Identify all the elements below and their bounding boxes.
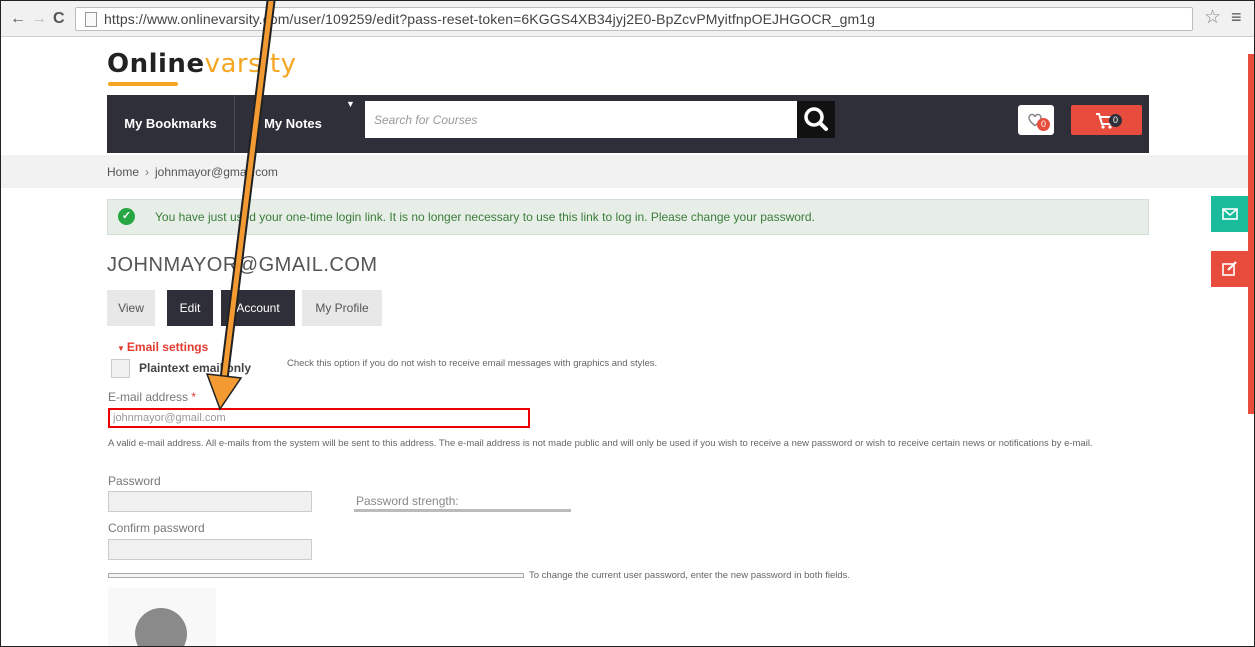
tab-view[interactable]: View	[107, 290, 155, 326]
caret-down-icon: ▼	[117, 344, 125, 353]
page-content: Onlinevarsity My Bookmarks My Notes ▼ 0	[1, 38, 1254, 646]
breadcrumb-current: johnmayor@gmail.com	[155, 165, 278, 179]
email-settings-toggle[interactable]: ▼ Email settings	[117, 340, 208, 354]
breadcrumb-home-link[interactable]: Home	[107, 165, 139, 179]
search-input[interactable]	[365, 101, 797, 138]
password-help-text: To change the current user password, ent…	[529, 570, 851, 581]
breadcrumb: Home › johnmayor@gmail.com	[1, 155, 1248, 188]
email-help-text: A valid e-mail address. All e-mails from…	[108, 438, 1093, 449]
email-settings-heading: Email settings	[126, 340, 209, 354]
status-message-text: You have just used your one-time login l…	[155, 210, 815, 224]
browser-window: ← → C https://www.onlinevarsity.com/user…	[0, 0, 1255, 647]
back-arrow-icon[interactable]: ←	[10, 10, 26, 28]
breadcrumb-separator: ›	[145, 165, 150, 179]
envelope-icon	[1222, 208, 1238, 220]
plaintext-checkbox[interactable]	[111, 359, 130, 378]
logo-text-online: Online	[107, 49, 205, 79]
password-strength-bar	[354, 509, 571, 512]
page-icon	[85, 12, 97, 27]
email-field[interactable]	[108, 408, 530, 428]
browser-toolbar: ← → C https://www.onlinevarsity.com/user…	[1, 1, 1254, 37]
page-title: JOHNMAYOR@GMAIL.COM	[107, 254, 378, 276]
main-navbar: My Bookmarks My Notes ▼ 0	[107, 95, 1149, 153]
forward-arrow-icon[interactable]: →	[31, 10, 47, 28]
wishlist-count-badge: 0	[1037, 118, 1050, 131]
breadcrumb-trail: Home › johnmayor@gmail.com	[107, 165, 278, 179]
dropdown-caret-icon[interactable]: ▼	[346, 99, 355, 109]
wishlist-button[interactable]: 0	[1018, 105, 1054, 135]
search-box	[365, 101, 797, 138]
menu-icon[interactable]: ≡	[1231, 7, 1242, 28]
password-strength-label: Password strength:	[356, 494, 459, 508]
cart-count-badge: 0	[1109, 114, 1122, 127]
password-match-bar	[108, 573, 524, 578]
password-label: Password	[108, 474, 161, 488]
side-edit-button[interactable]	[1211, 251, 1248, 287]
check-circle-icon: ✓	[118, 208, 135, 225]
avatar[interactable]	[135, 608, 187, 646]
address-bar[interactable]: https://www.onlinevarsity.com/user/10925…	[75, 7, 1193, 31]
tab-my-profile[interactable]: My Profile	[302, 290, 382, 326]
cart-button[interactable]: 0	[1071, 105, 1142, 135]
scrollbar[interactable]	[1248, 54, 1254, 414]
plaintext-label: Plaintext email only	[139, 361, 252, 375]
logo-underline	[108, 82, 178, 86]
avatar-container	[108, 588, 216, 646]
email-label: E-mail address *	[108, 390, 196, 404]
url-text[interactable]: https://www.onlinevarsity.com/user/10925…	[104, 11, 875, 27]
plaintext-help-text: Check this option if you do not wish to …	[287, 358, 658, 369]
email-label-text: E-mail address	[108, 390, 189, 404]
cart-icon	[1096, 113, 1115, 129]
pencil-icon	[1222, 261, 1237, 276]
site-logo[interactable]: Onlinevarsity	[107, 49, 296, 79]
required-marker: *	[191, 390, 197, 404]
logo-text-varsity: varsity	[204, 49, 297, 79]
confirm-password-label: Confirm password	[108, 521, 205, 535]
confirm-password-field[interactable]	[108, 539, 312, 560]
status-message: ✓ You have just used your one-time login…	[107, 199, 1149, 235]
search-icon	[804, 107, 828, 131]
tab-edit[interactable]: Edit	[167, 290, 213, 326]
reload-icon[interactable]: C	[53, 10, 65, 28]
nav-my-notes[interactable]: My Notes	[235, 95, 351, 153]
password-field[interactable]	[108, 491, 312, 512]
tab-account[interactable]: Account	[221, 290, 295, 326]
bookmark-star-icon[interactable]: ☆	[1204, 6, 1221, 29]
nav-my-bookmarks[interactable]: My Bookmarks	[107, 95, 235, 153]
side-mail-button[interactable]	[1211, 196, 1248, 232]
search-button[interactable]	[797, 101, 835, 138]
